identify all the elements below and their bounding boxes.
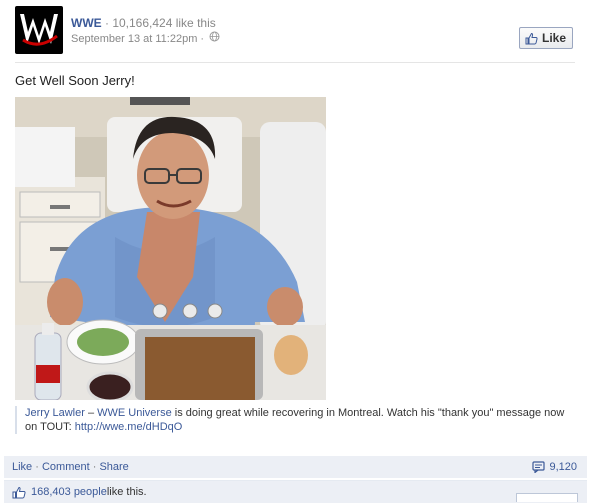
shares-count[interactable]: 9,120 [532, 456, 577, 478]
post-header: WWE · 10,166,424 like this September 13 … [15, 6, 575, 58]
action-separator: · [89, 461, 100, 473]
like-action-link[interactable]: Like [12, 461, 32, 473]
globe-icon [209, 31, 220, 46]
caption-group-link[interactable]: WWE Universe [97, 407, 172, 419]
caption-name-link[interactable]: Jerry Lawler [25, 407, 85, 419]
action-bar: Like · Comment · Share 9,120 [4, 456, 587, 478]
header-divider [15, 62, 575, 63]
post-status-text: Get Well Soon Jerry! [15, 73, 135, 88]
comment-box-edge[interactable] [516, 493, 578, 502]
caption-dash: – [84, 407, 98, 419]
thumbs-up-icon [12, 486, 26, 498]
post-photo[interactable] [15, 97, 326, 400]
post-timestamp[interactable]: September 13 at 11:22pm · [71, 33, 204, 45]
page-likes-count: · 10,166,424 like this [105, 16, 216, 30]
post-meta: WWE · 10,166,424 like this September 13 … [71, 16, 220, 47]
thumbs-up-icon [525, 32, 538, 44]
caption-url-link[interactable]: http://wwe.me/dHDqO [75, 421, 183, 433]
share-action-link[interactable]: Share [99, 461, 128, 473]
action-separator: · [32, 461, 42, 473]
wwe-logo-icon [20, 14, 58, 46]
post-caption: Jerry Lawler – WWE Universe is doing gre… [15, 406, 570, 434]
shares-count-label: 9,120 [549, 461, 577, 473]
comment-action-link[interactable]: Comment [42, 461, 90, 473]
like-page-button[interactable]: Like [518, 27, 573, 49]
wwe-logo-avatar[interactable] [15, 6, 63, 54]
like-page-label: Like [541, 31, 566, 45]
page-name-link[interactable]: WWE [71, 16, 102, 30]
hospital-photo-image [15, 97, 326, 400]
post-actions: Like · Comment · Share [12, 456, 129, 478]
share-icon [532, 461, 546, 473]
